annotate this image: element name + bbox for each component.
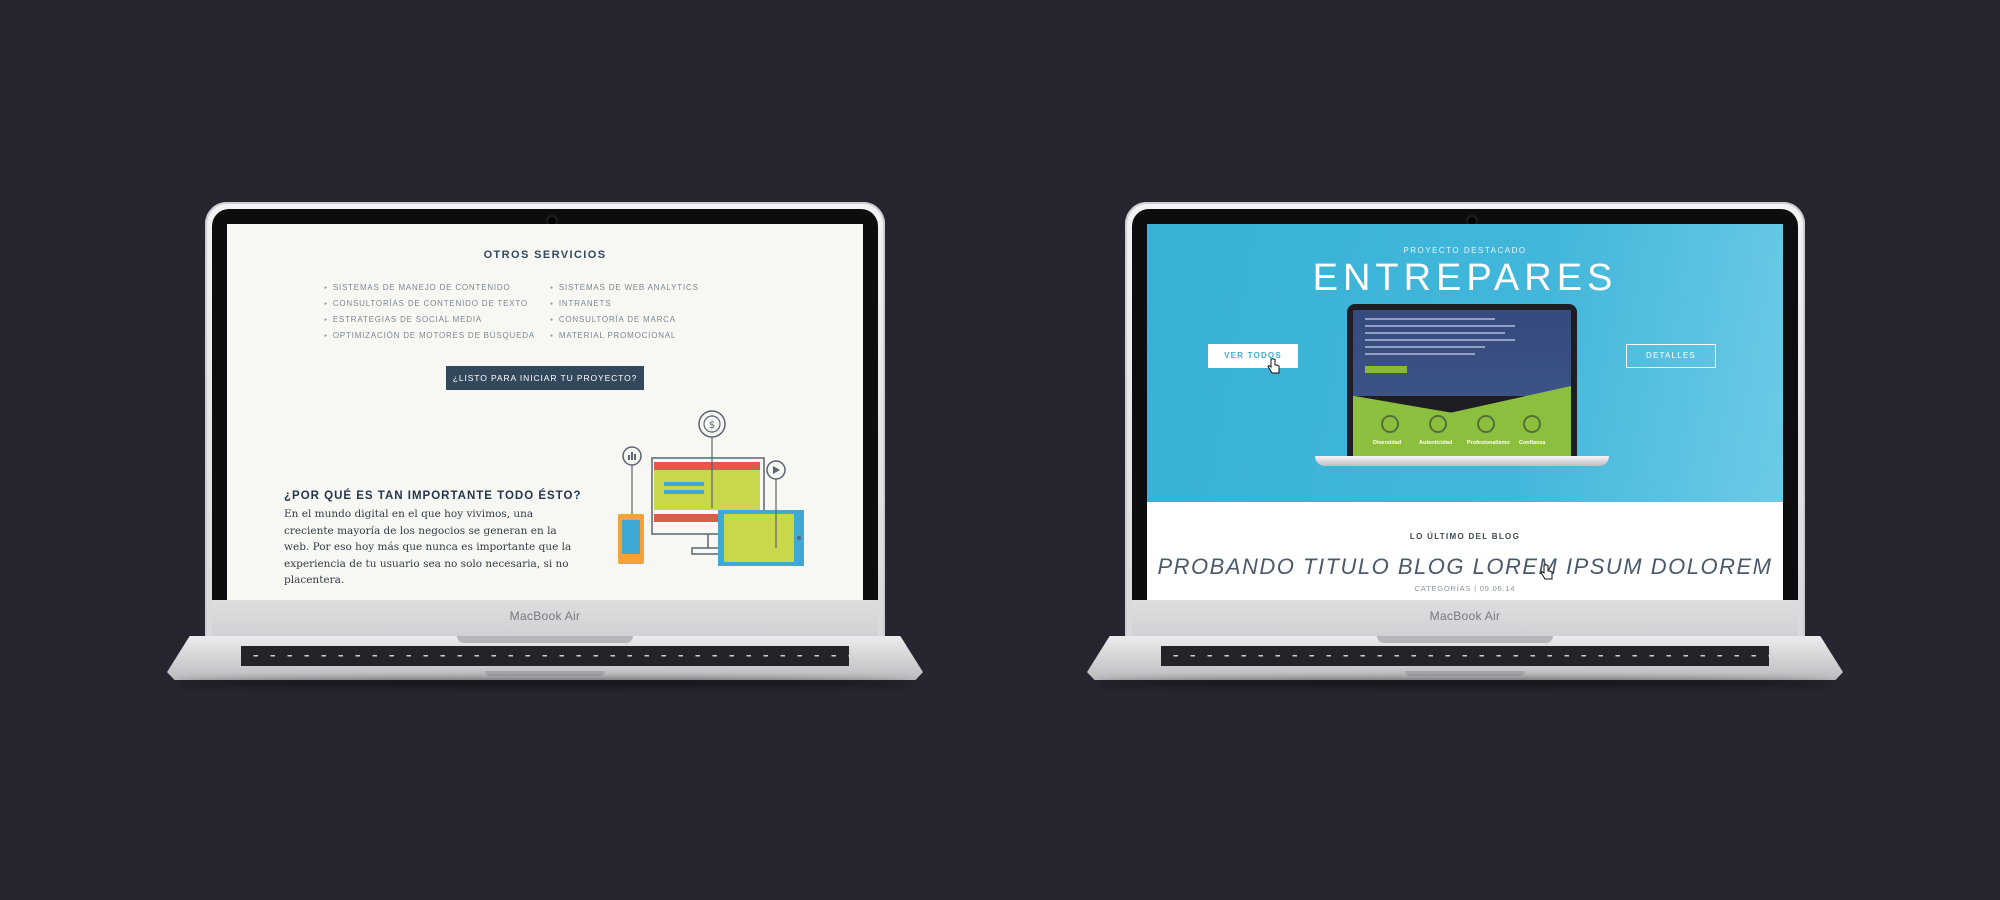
diversity-icon [1381, 415, 1399, 433]
laptop-shadow [1095, 678, 1835, 688]
blog-post-title[interactable]: PROBANDO TITULO BLOG LOREM IPSUM DOLOREM [1147, 554, 1783, 580]
handshake-icon [1523, 415, 1541, 433]
devices-illustration: $ [618, 410, 804, 566]
latest-blog-label: LO ÚLTIMO DEL BLOG [1409, 532, 1521, 541]
laptop-notch [485, 671, 605, 676]
details-button[interactable]: DETALLES [1626, 344, 1716, 368]
phone-screen [622, 520, 640, 554]
mini-text-line [1365, 325, 1515, 327]
why-paragraph: En el mundo digital en el que hoy vivimo… [284, 508, 572, 586]
service-item[interactable]: MATERIAL PROMOCIONAL [550, 328, 699, 344]
mini-laptop-screen: Diversidad Autenticidad Profesionalismo … [1353, 310, 1571, 456]
service-item[interactable]: INTRANETS [550, 296, 699, 312]
services-list-1: SISTEMAS DE MANEJO DE CONTENIDO CONSULTO… [324, 280, 535, 344]
mini-text-line [1365, 353, 1475, 355]
laptop-brand-label: MacBook Air [509, 609, 581, 623]
monitor-blue-line [664, 490, 704, 494]
service-item[interactable]: ESTRATEGIAS DE SOCIAL MEDIA [324, 312, 535, 328]
mini-feature-label: Profesionalismo [1467, 440, 1510, 446]
mini-text-line [1365, 346, 1485, 348]
view-all-button[interactable]: VER TODOS [1208, 344, 1298, 368]
service-item[interactable]: OPTIMIZACIÓN DE MOTORES DE BÚSQUEDA [324, 328, 535, 344]
service-item[interactable]: CONSULTORÍA DE MARCA [550, 312, 699, 328]
left-screen: OTROS SERVICIOS SISTEMAS DE MANEJO DE CO… [227, 224, 863, 600]
mini-text-line [1365, 339, 1515, 341]
other-services-title: OTROS SERVICIOS [483, 249, 607, 261]
blog-post-meta: CATEGORÍAS | 09.06.14 [1414, 584, 1516, 593]
mini-text-line [1365, 332, 1505, 334]
tablet-button [797, 536, 801, 540]
tie-icon [1477, 415, 1495, 433]
mini-feature-label: Confianza [1519, 440, 1546, 446]
services-list-2: SISTEMAS DE WEB ANALYTICS INTRANETS CONS… [550, 280, 699, 344]
monitor-blue-line [664, 482, 704, 486]
laptop-chin: MacBook Air [1132, 600, 1798, 642]
laptop-hinge [1377, 636, 1553, 643]
laptop-base [167, 636, 923, 680]
hand-cursor-icon [1267, 358, 1280, 374]
mini-button [1365, 366, 1407, 373]
service-item[interactable]: CONSULTORÍAS DE CONTENIDO DE TEXTO [324, 296, 535, 312]
keyboard [241, 646, 849, 666]
service-item[interactable]: SISTEMAS DE MANEJO DE CONTENIDO [324, 280, 535, 296]
dollar-glyph: $ [709, 420, 715, 431]
chart-bar [631, 452, 633, 460]
laptop-notch [1405, 671, 1525, 676]
laptop-base [1087, 636, 1843, 680]
mini-hero [1353, 310, 1571, 396]
award-icon [1429, 415, 1447, 433]
start-project-button[interactable]: ¿LISTO PARA INICIAR TU PROYECTO? [446, 366, 644, 390]
keyboard [1161, 646, 1769, 666]
mini-laptop-base [1315, 456, 1609, 466]
mini-text-line [1365, 318, 1495, 320]
project-title: ENTREPARES [1312, 257, 1618, 299]
featured-eyebrow: PROYECTO DESTACADO [1403, 246, 1527, 255]
featured-project-hero: PROYECTO DESTACADO ENTREPARES Diversidad… [1147, 224, 1783, 502]
mini-laptop: Diversidad Autenticidad Profesionalismo … [1347, 304, 1577, 456]
hand-cursor-icon [1540, 564, 1553, 580]
mini-feature-label: Autenticidad [1419, 440, 1453, 446]
why-heading: ¿POR QUÉ ES TAN IMPORTANTE TODO ÉSTO? [284, 490, 582, 502]
chart-bar [628, 455, 630, 460]
service-item[interactable]: SISTEMAS DE WEB ANALYTICS [550, 280, 699, 296]
laptop-shadow [175, 678, 915, 688]
tablet-screen [724, 514, 794, 562]
laptop-hinge [457, 636, 633, 643]
mini-feature-label: Diversidad [1373, 440, 1402, 446]
monitor-red-bar [654, 462, 760, 470]
chart-bar [634, 454, 636, 460]
right-screen: PROYECTO DESTACADO ENTREPARES Diversidad… [1147, 224, 1783, 600]
laptop-chin: MacBook Air [212, 600, 878, 642]
laptop-brand-label: MacBook Air [1429, 609, 1501, 623]
